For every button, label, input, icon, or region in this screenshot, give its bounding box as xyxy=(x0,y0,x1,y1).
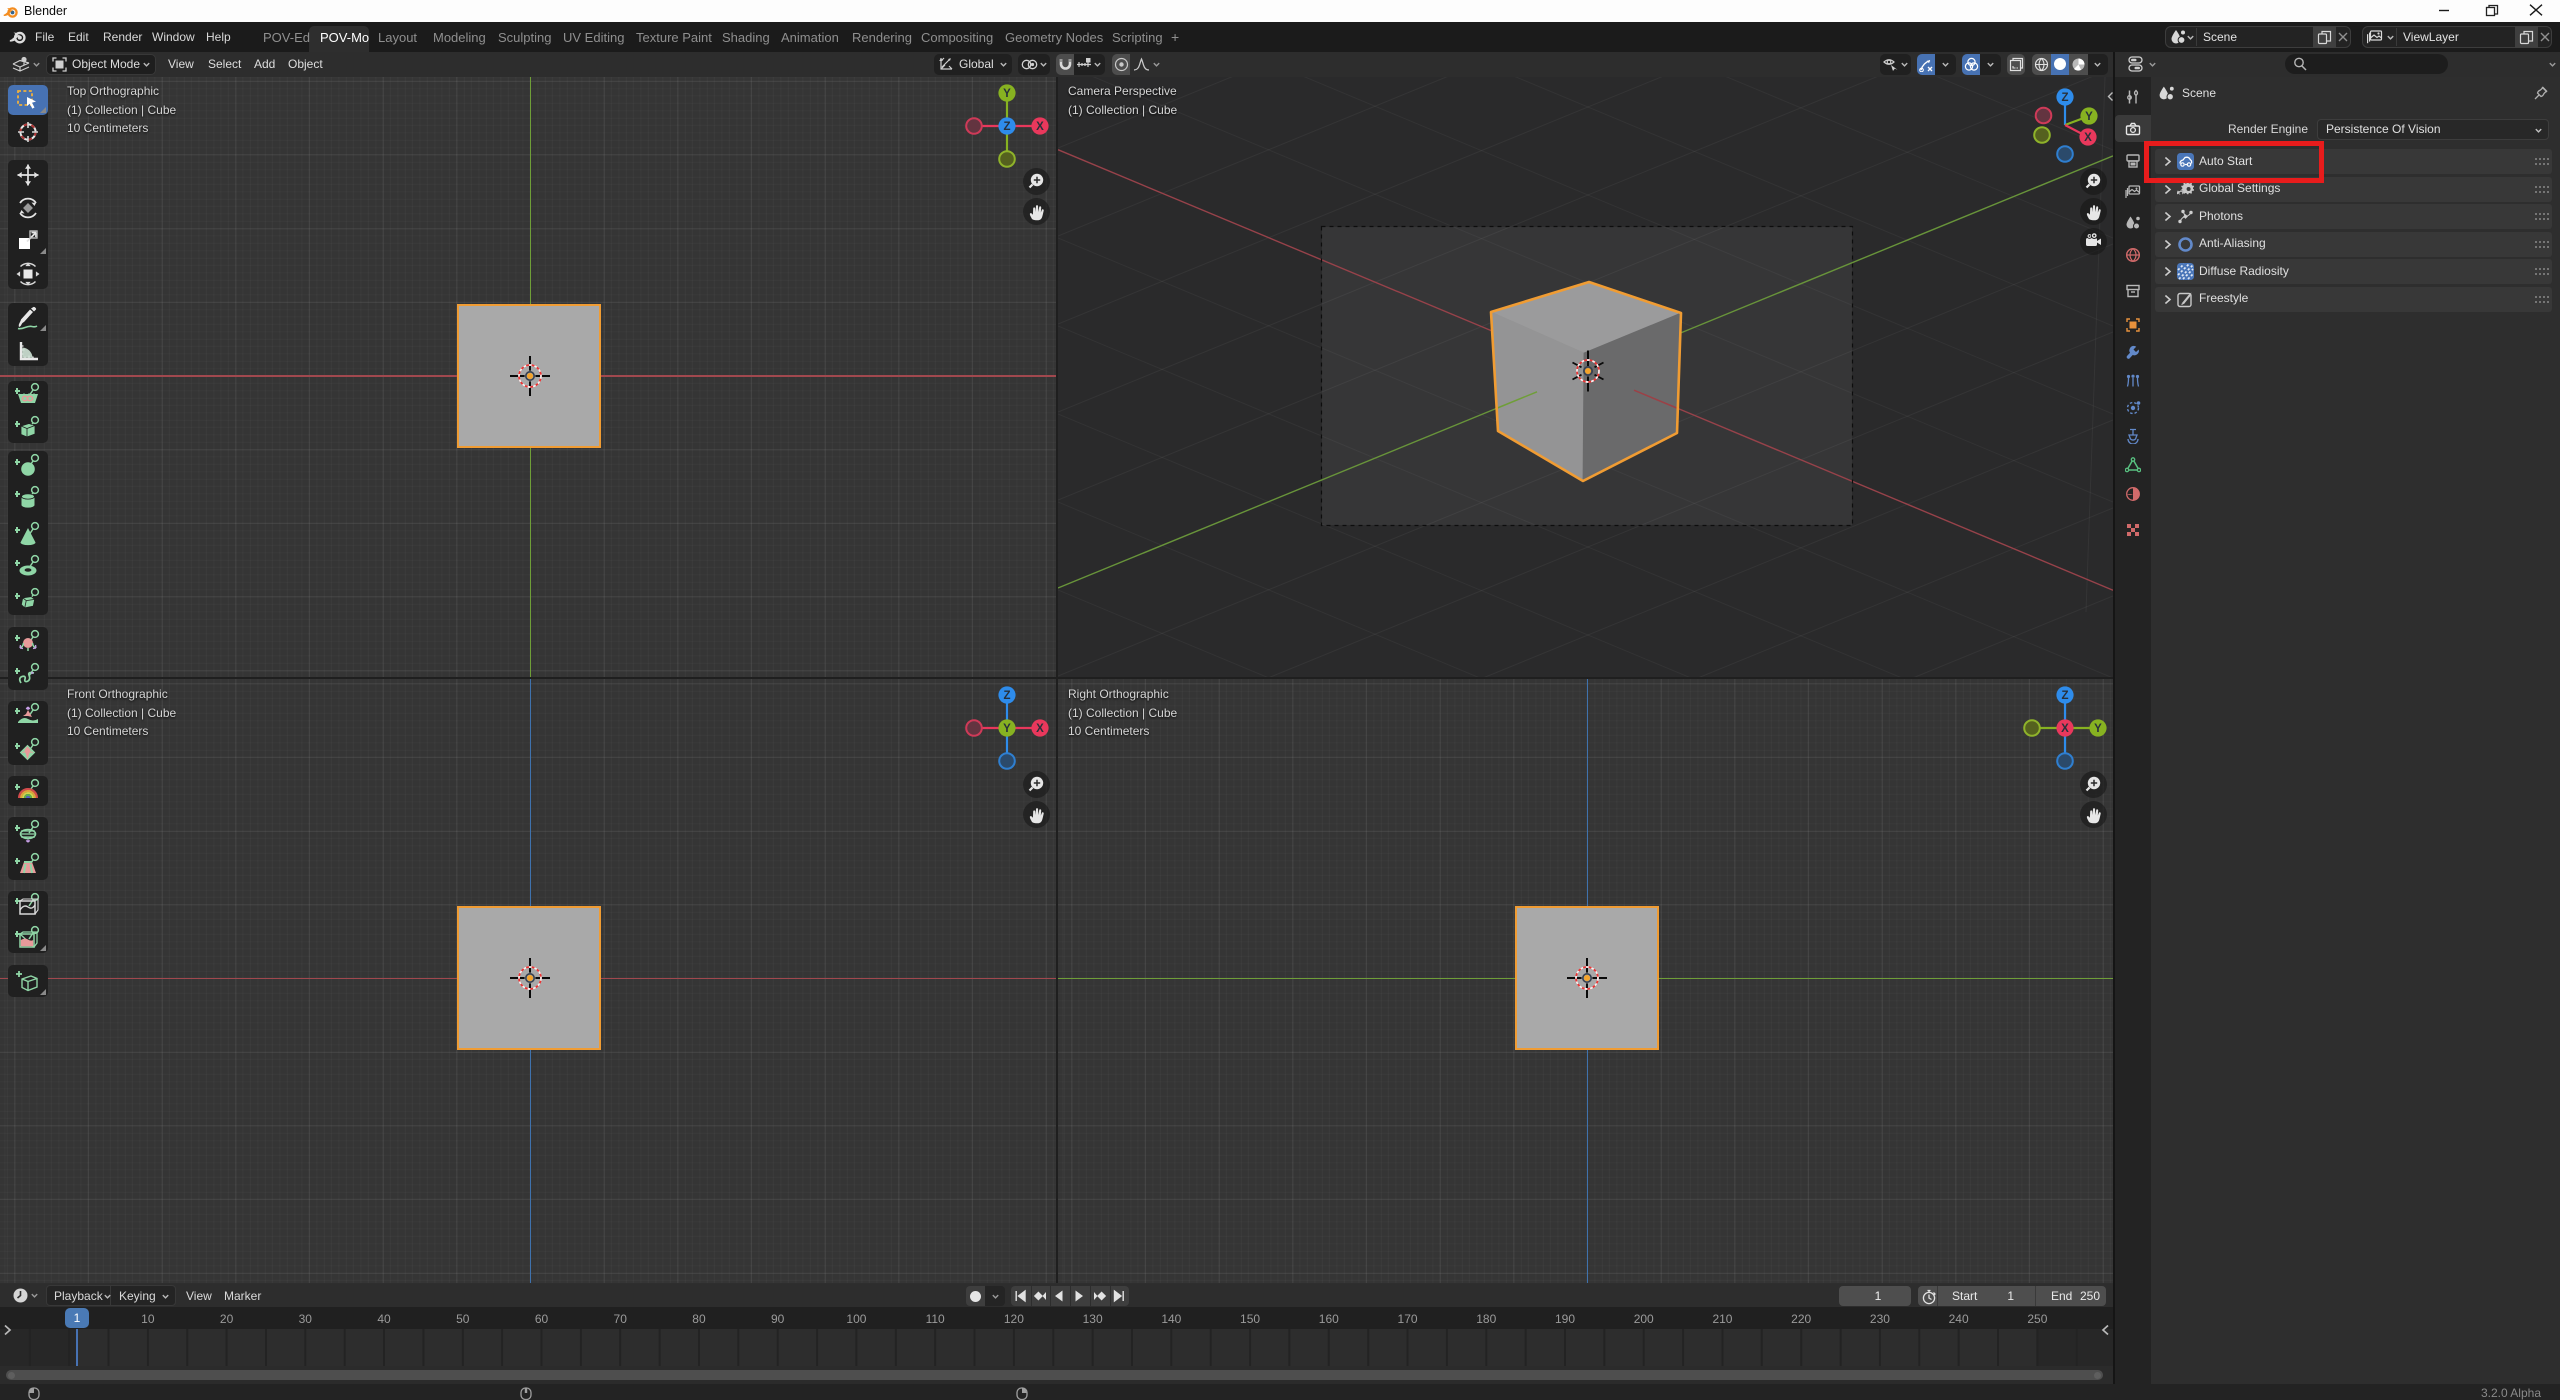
svg-text:Y: Y xyxy=(2094,723,2102,735)
svg-text:X: X xyxy=(2084,132,2092,144)
svg-text:X: X xyxy=(1036,723,1044,735)
svg-text:Y: Y xyxy=(1003,88,1011,100)
svg-text:X: X xyxy=(1036,121,1044,133)
svg-text:Y: Y xyxy=(2085,111,2093,123)
svg-text:X: X xyxy=(2061,723,2069,735)
svg-text:Z: Z xyxy=(1003,690,1010,702)
svg-text:Z: Z xyxy=(2061,690,2068,702)
svg-text:Z: Z xyxy=(1003,121,1010,133)
svg-text:Z: Z xyxy=(2061,92,2068,104)
svg-text:Y: Y xyxy=(1003,723,1011,735)
